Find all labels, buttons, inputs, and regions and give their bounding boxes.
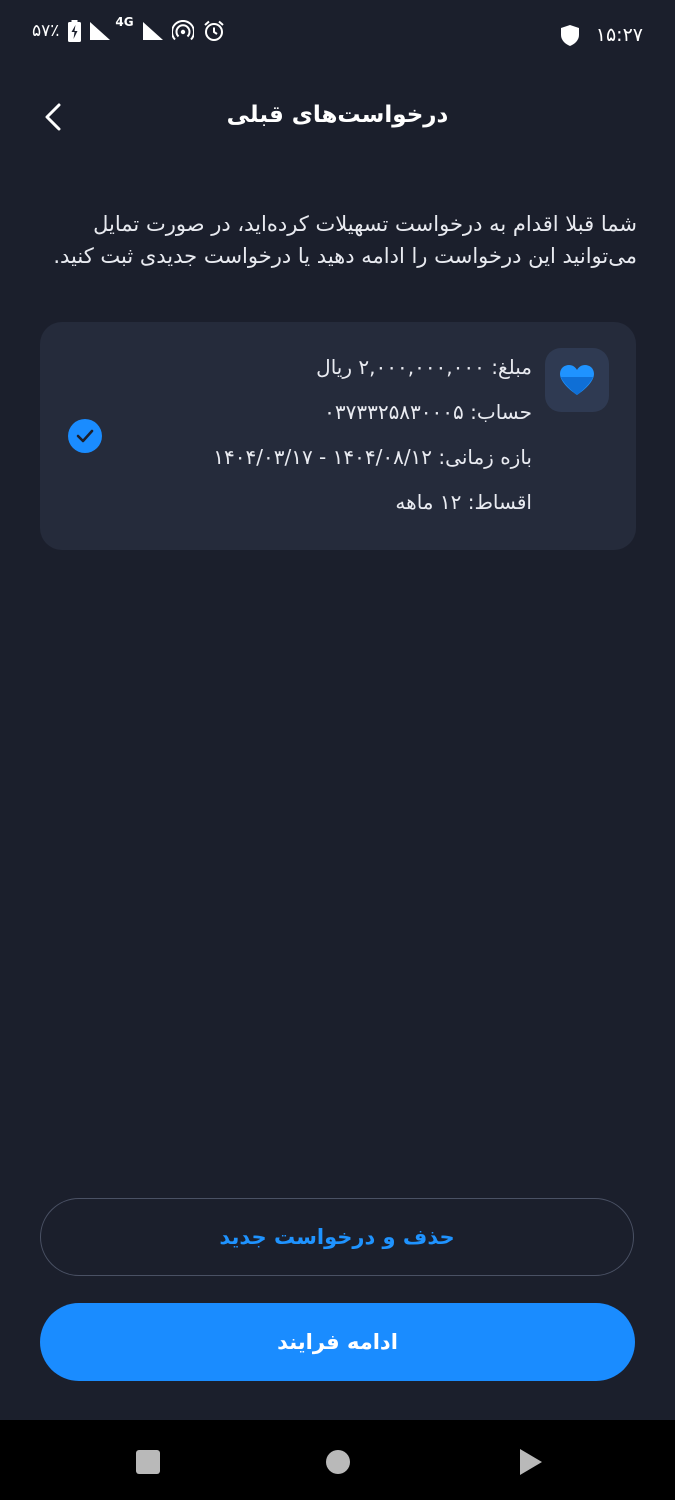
request-details: مبلغ: ۲,۰۰۰,۰۰۰,۰۰۰ ریال حساب: ۰۳۷۳۳۲۵۸۳…: [213, 352, 532, 532]
battery-percent: ۵۷٪: [32, 21, 60, 41]
hotspot-icon: [171, 20, 194, 41]
intro-text: شما قبلا اقدام به درخواست تسهیلات کرده‌ا…: [53, 212, 637, 268]
back-triangle-icon[interactable]: [518, 1448, 544, 1476]
shield-icon: [561, 25, 579, 46]
request-account: حساب: ۰۳۷۳۳۲۵۸۳۰۰۰۵: [324, 400, 532, 424]
card-icon-container: [545, 348, 609, 412]
alarm-icon: [203, 20, 224, 41]
status-icons-left: ۵۷٪ 4G: [32, 15, 225, 42]
request-amount: مبلغ: ۲,۰۰۰,۰۰۰,۰۰۰ ریال: [316, 355, 532, 379]
home-circle-icon[interactable]: [326, 1450, 350, 1474]
checkmark-icon: [76, 429, 94, 443]
top-app-bar: درخواست‌های قبلی: [0, 80, 675, 156]
battery-charging-icon: [68, 20, 82, 42]
delete-and-new-request-button[interactable]: حذف و درخواست جدید: [40, 1198, 634, 1276]
heart-icon: [560, 365, 594, 395]
page-title: درخواست‌های قبلی: [226, 102, 449, 128]
selected-check-icon[interactable]: [68, 419, 102, 453]
status-bar: ۵۷٪ 4G ۱۵:۲۷: [0, 0, 675, 72]
signal-icon: [142, 22, 163, 40]
previous-request-card[interactable]: مبلغ: ۲,۰۰۰,۰۰۰,۰۰۰ ریال حساب: ۰۳۷۳۳۲۵۸۳…: [40, 322, 636, 550]
signal-icon: [90, 22, 111, 40]
status-time: ۱۵:۲۷: [595, 24, 643, 46]
request-period: بازه زمانی: ۱۴۰۴/۰۸/۱۲ - ۱۴۰۴/۰۳/۱۷: [213, 445, 532, 469]
system-nav-bar: [0, 1420, 675, 1500]
request-installments: اقساط: ۱۲ ماهه: [395, 490, 532, 514]
continue-process-button[interactable]: ادامه فرایند: [40, 1303, 635, 1381]
recents-square-icon[interactable]: [136, 1450, 160, 1474]
network-type: 4G: [115, 15, 134, 29]
